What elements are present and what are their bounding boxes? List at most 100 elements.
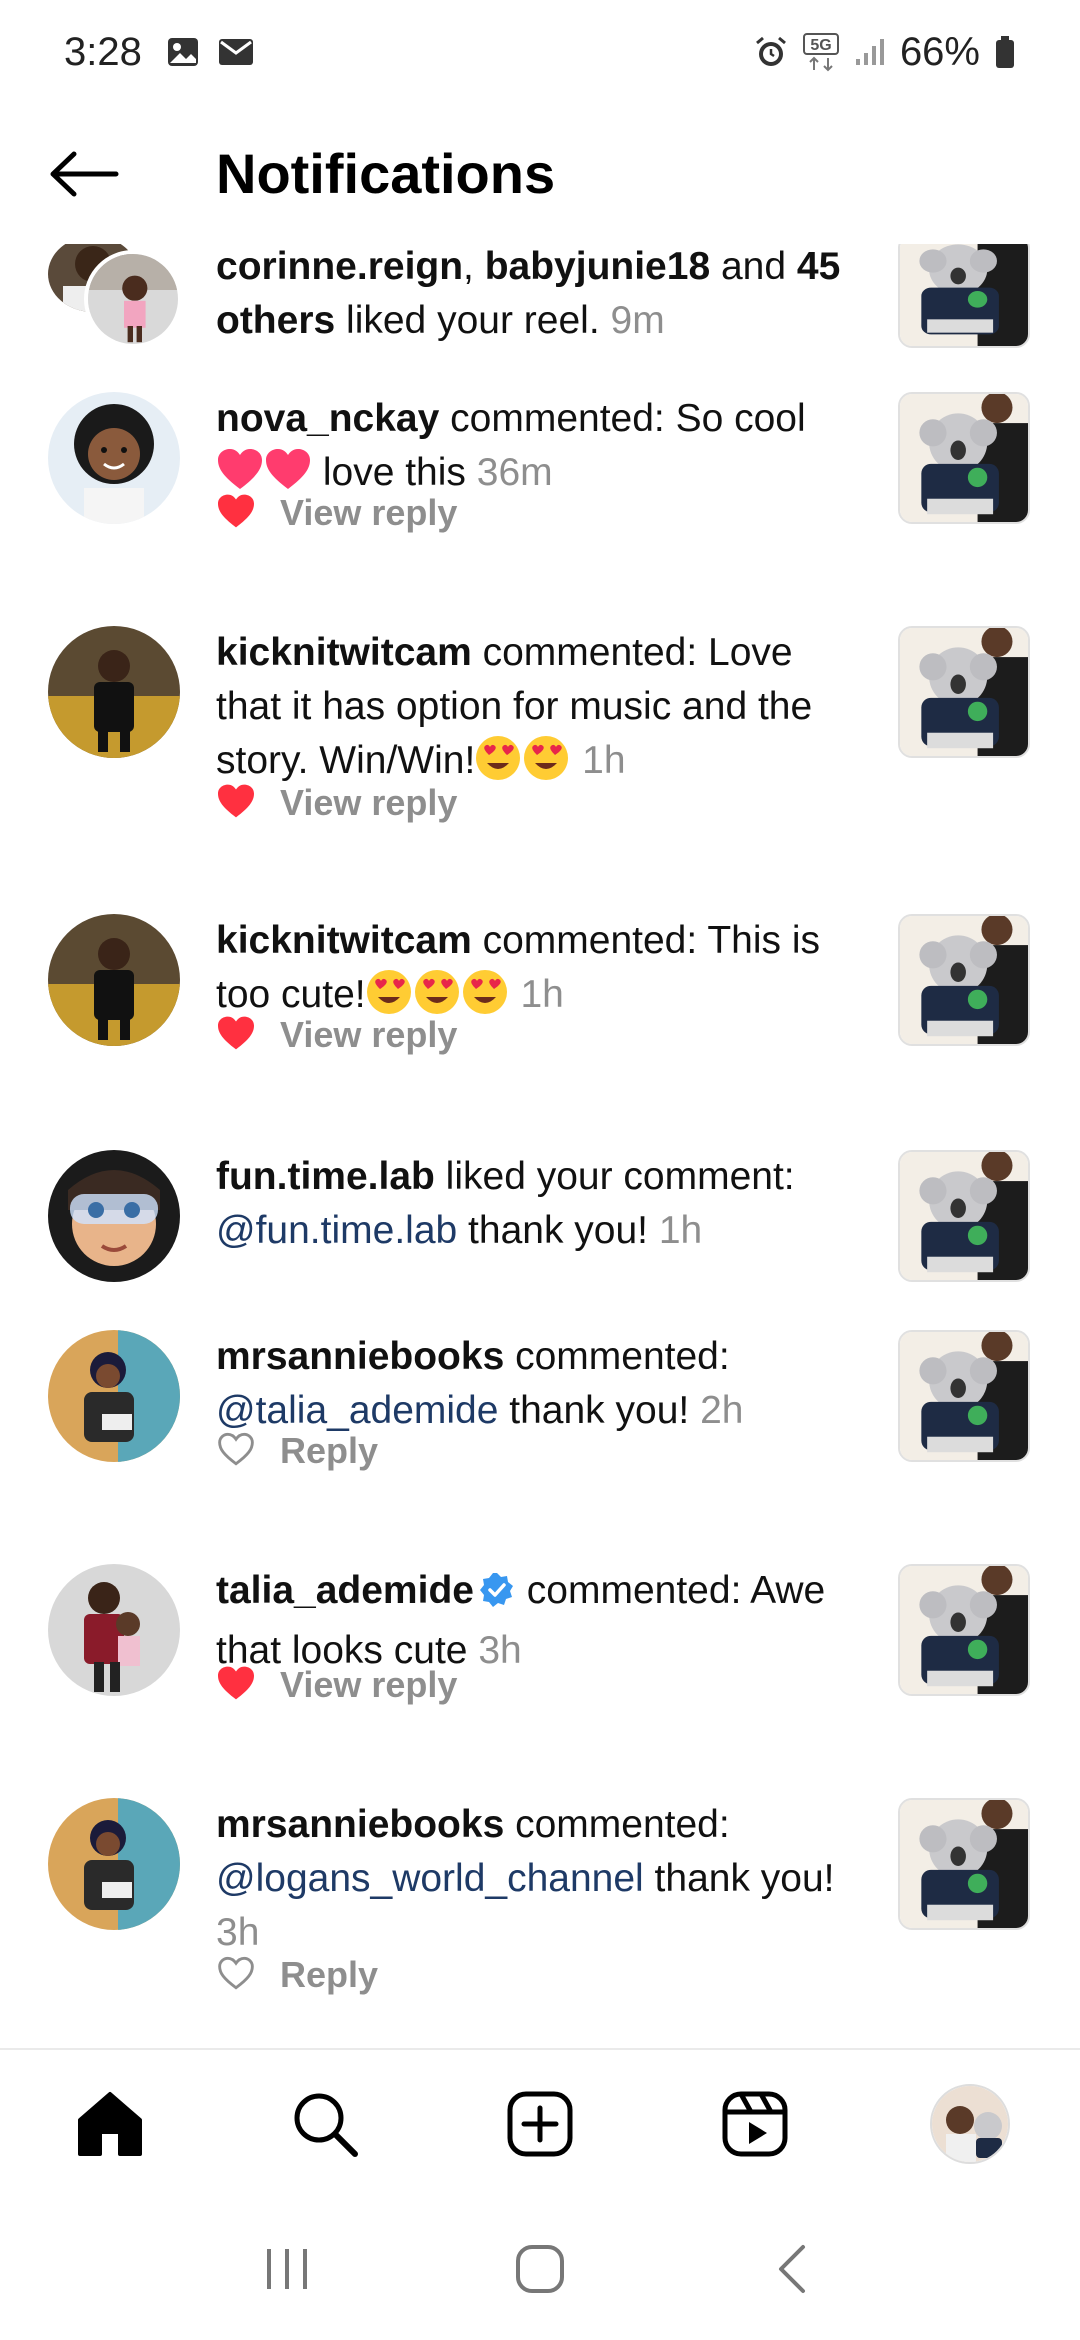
svg-text:5G: 5G — [810, 37, 831, 54]
mention-link[interactable]: @talia_ademide — [216, 1389, 498, 1432]
username[interactable]: mrsanniebooks — [216, 1803, 504, 1846]
view-reply-button[interactable]: View reply — [280, 492, 457, 534]
page-title: Notifications — [216, 142, 556, 205]
notification-text: liked your comment: — [434, 1155, 795, 1198]
separator-text: , — [463, 245, 485, 288]
notification-text: liked your reel. — [335, 299, 611, 342]
home-button[interactable] — [490, 2219, 590, 2319]
nav-profile[interactable] — [910, 2064, 1030, 2184]
avatar[interactable] — [48, 1150, 180, 1282]
back-chevron-icon — [779, 2245, 806, 2293]
signal-icon — [854, 37, 886, 67]
timestamp: 3h — [216, 1911, 260, 1954]
notification-item[interactable]: kicknitwitcam commented: Love that it ha… — [0, 618, 1080, 878]
post-thumbnail[interactable] — [898, 392, 1030, 524]
status-bar: 3:28 5G 66% — [0, 0, 1080, 104]
avatar[interactable] — [48, 392, 180, 524]
heart-eyes-emoji — [475, 735, 521, 781]
comment-text: commented: So cool — [439, 397, 806, 440]
heart-outline-icon[interactable] — [216, 1955, 256, 1995]
post-thumbnail[interactable] — [898, 1798, 1030, 1930]
username[interactable]: fun.time.lab — [216, 1155, 435, 1198]
avatar[interactable] — [48, 1330, 180, 1462]
notification-item[interactable]: nova_nckay commented: So cool love this … — [0, 384, 1080, 584]
notification-text: thank you! — [457, 1209, 659, 1252]
notification-item[interactable]: corinne.reign, babyjunie18 and 45 others… — [0, 244, 1080, 364]
notification-item[interactable]: mrsanniebooks commented: @talia_ademide … — [0, 1322, 1080, 1522]
system-navigation — [0, 2198, 1080, 2340]
view-reply-button[interactable]: View reply — [280, 1664, 457, 1706]
profile-avatar — [930, 2084, 1010, 2164]
timestamp: 1h — [658, 1209, 703, 1252]
verified-badge-icon — [478, 1570, 516, 1624]
post-thumbnail[interactable] — [898, 626, 1030, 758]
heart-outline-icon[interactable] — [216, 1431, 256, 1471]
username[interactable]: talia_ademide — [216, 1569, 474, 1612]
email-icon — [218, 37, 254, 67]
username[interactable]: kicknitwitcam — [216, 919, 472, 962]
battery-icon — [994, 35, 1016, 69]
post-thumbnail[interactable] — [898, 914, 1030, 1046]
search-icon — [294, 2093, 358, 2157]
reply-button[interactable]: Reply — [280, 1430, 378, 1472]
notification-item[interactable]: mrsanniebooks commented: @logans_world_c… — [0, 1790, 1080, 2048]
timestamp: 1h — [582, 739, 626, 782]
timestamp: 2h — [700, 1389, 744, 1432]
alarm-icon — [754, 35, 788, 69]
avatar[interactable] — [48, 914, 180, 1046]
post-thumbnail[interactable] — [898, 1330, 1030, 1462]
create-icon — [507, 2091, 573, 2157]
username[interactable]: nova_nckay — [216, 397, 439, 440]
username[interactable]: babyjunie18 — [485, 245, 710, 288]
heart-eyes-emoji — [366, 969, 412, 1015]
comment-text: commented: — [504, 1335, 730, 1378]
username[interactable]: mrsanniebooks — [216, 1335, 504, 1378]
timestamp: 9m — [610, 299, 665, 342]
back-button[interactable] — [44, 134, 124, 214]
reply-button[interactable]: Reply — [280, 1954, 378, 1996]
comment-text: thank you! — [643, 1857, 835, 1900]
avatar[interactable] — [48, 1798, 180, 1930]
and-text: and — [710, 245, 797, 288]
avatar[interactable] — [48, 626, 180, 758]
liked-heart-icon[interactable] — [216, 493, 256, 533]
comment-text: commented: — [504, 1803, 730, 1846]
home-icon — [78, 2092, 142, 2156]
heart-eyes-emoji — [414, 969, 460, 1015]
liked-heart-icon[interactable] — [216, 1665, 256, 1705]
comment-text: thank you! — [498, 1389, 701, 1432]
timestamp: 36m — [476, 451, 553, 494]
nav-home[interactable] — [50, 2064, 170, 2184]
nav-search[interactable] — [265, 2064, 385, 2184]
mention-link[interactable]: @fun.time.lab — [216, 1209, 457, 1252]
post-thumbnail[interactable] — [898, 244, 1030, 348]
notification-item[interactable]: talia_ademide commented: Awe that looks … — [0, 1556, 1080, 1756]
5g-icon: 5G — [802, 32, 840, 72]
system-back-button[interactable] — [743, 2219, 843, 2319]
notification-item[interactable]: fun.time.lab liked your comment: @fun.ti… — [0, 1142, 1080, 1292]
home-circle-icon — [515, 2245, 564, 2293]
notification-item[interactable]: kicknitwitcam commented: This is too cut… — [0, 906, 1080, 1106]
liked-heart-icon[interactable] — [216, 1015, 256, 1055]
post-thumbnail[interactable] — [898, 1150, 1030, 1282]
comment-text: love this — [312, 451, 477, 494]
nav-create[interactable] — [480, 2064, 600, 2184]
post-thumbnail[interactable] — [898, 1564, 1030, 1696]
mention-link[interactable]: @logans_world_channel — [216, 1857, 644, 1900]
liked-heart-icon[interactable] — [216, 783, 256, 823]
reels-icon — [722, 2091, 788, 2157]
view-reply-button[interactable]: View reply — [280, 782, 457, 824]
timestamp: 3h — [478, 1629, 522, 1672]
nav-reels[interactable] — [695, 2064, 815, 2184]
avatar[interactable] — [48, 1564, 180, 1696]
recent-apps-icon — [266, 2249, 307, 2289]
arrow-left-icon — [50, 151, 119, 197]
battery-percent: 66% — [899, 29, 980, 74]
stacked-avatars[interactable] — [48, 244, 188, 356]
recent-apps-button[interactable] — [237, 2219, 337, 2319]
username[interactable]: corinne.reign — [216, 245, 463, 288]
username[interactable]: kicknitwitcam — [216, 631, 472, 674]
notification-list[interactable]: corinne.reign, babyjunie18 and 45 others… — [0, 244, 1080, 2048]
view-reply-button[interactable]: View reply — [280, 1014, 457, 1056]
header: Notifications — [0, 104, 1080, 244]
